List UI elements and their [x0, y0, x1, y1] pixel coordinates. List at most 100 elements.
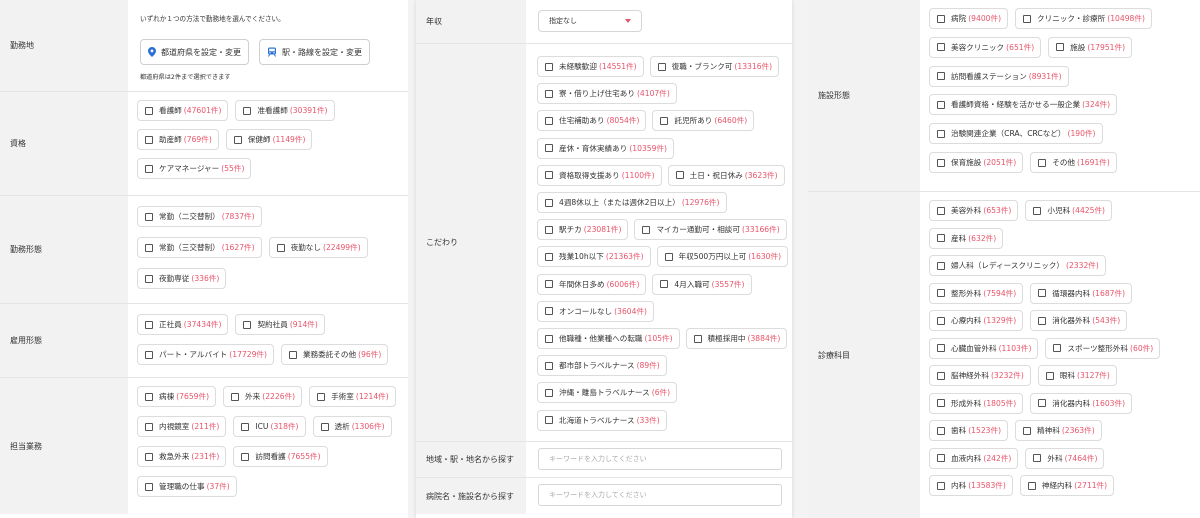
- checkbox-icon[interactable]: [660, 280, 669, 289]
- checkbox-icon[interactable]: [1033, 454, 1042, 462]
- checkbox-option[interactable]: 積極採用中 (3884件): [685, 328, 788, 349]
- checkbox-option[interactable]: 4月入職可 (3557件): [652, 273, 752, 295]
- checkbox-icon[interactable]: [145, 243, 153, 252]
- checkbox-option[interactable]: その他 (1691件): [1030, 152, 1117, 173]
- checkbox-icon[interactable]: [693, 334, 702, 343]
- checkbox-option[interactable]: クリニック・診療所 (10498件): [1015, 8, 1152, 29]
- checkbox-icon[interactable]: [145, 392, 153, 401]
- checkbox-icon[interactable]: [545, 198, 553, 207]
- checkbox-icon[interactable]: [145, 320, 153, 329]
- checkbox-option[interactable]: 北海道トラベルナース (33件): [537, 409, 667, 431]
- checkbox-option[interactable]: 訪問看護 (7655件): [233, 446, 328, 467]
- checkbox-option[interactable]: 助産師 (769件): [137, 129, 219, 150]
- checkbox-icon[interactable]: [657, 62, 666, 71]
- checkbox-icon[interactable]: [937, 129, 945, 138]
- checkbox-option[interactable]: 心療内科 (1329件): [929, 310, 1024, 331]
- checkbox-icon[interactable]: [545, 144, 553, 153]
- checkbox-icon[interactable]: [937, 100, 945, 109]
- checkbox-option[interactable]: 土日・祝日休み (3623件): [667, 164, 785, 186]
- checkbox-icon[interactable]: [233, 135, 242, 144]
- checkbox-option[interactable]: 消化器外科 (543件): [1030, 310, 1128, 331]
- checkbox-option[interactable]: 内視鏡室 (211件): [137, 416, 227, 437]
- checkbox-icon[interactable]: [231, 392, 240, 401]
- checkbox-option[interactable]: 外科 (7464件): [1025, 447, 1105, 469]
- checkbox-option[interactable]: 寮・借り上げ住宅あり (4107件): [537, 83, 677, 105]
- checkbox-icon[interactable]: [243, 320, 252, 329]
- checkbox-icon[interactable]: [1045, 371, 1054, 380]
- checkbox-icon[interactable]: [545, 171, 553, 180]
- checkbox-icon[interactable]: [1038, 316, 1047, 325]
- checkbox-option[interactable]: 沖縄・離島トラベルナース (6件): [537, 382, 678, 404]
- checkbox-option[interactable]: 救急外来 (231件): [137, 446, 227, 467]
- checkbox-option[interactable]: ICU (318件): [233, 416, 306, 437]
- checkbox-option[interactable]: 施設 (17951件): [1048, 36, 1133, 58]
- checkbox-option[interactable]: 保育施設 (2051件): [929, 152, 1024, 173]
- checkbox-icon[interactable]: [545, 280, 553, 289]
- checkbox-option[interactable]: 託児所あり (6460件): [652, 110, 755, 132]
- area-search-input[interactable]: [538, 448, 782, 470]
- checkbox-option[interactable]: 婦人科（レディースクリニック） (2332件): [929, 255, 1106, 276]
- checkbox-icon[interactable]: [937, 399, 945, 407]
- checkbox-option[interactable]: パート・アルバイト (17729件): [137, 344, 274, 365]
- checkbox-icon[interactable]: [545, 334, 553, 343]
- checkbox-icon[interactable]: [145, 212, 153, 221]
- checkbox-option[interactable]: 内科 (13583件): [929, 475, 1013, 496]
- checkbox-icon[interactable]: [937, 206, 945, 215]
- checkbox-icon[interactable]: [937, 72, 945, 81]
- checkbox-icon[interactable]: [675, 171, 684, 180]
- checkbox-option[interactable]: 保健師 (1149件): [225, 129, 313, 150]
- checkbox-icon[interactable]: [937, 14, 945, 23]
- checkbox-option[interactable]: 正社員 (37434件): [137, 314, 229, 335]
- checkbox-icon[interactable]: [937, 234, 945, 242]
- checkbox-option[interactable]: オンコールなし (3604件): [537, 300, 655, 322]
- checkbox-icon[interactable]: [1033, 206, 1042, 215]
- checkbox-option[interactable]: 住宅補助あり (8054件): [537, 110, 647, 132]
- checkbox-icon[interactable]: [145, 106, 153, 115]
- checkbox-icon[interactable]: [545, 225, 553, 234]
- checkbox-icon[interactable]: [1038, 158, 1047, 167]
- checkbox-icon[interactable]: [937, 454, 945, 462]
- checkbox-icon[interactable]: [642, 225, 651, 234]
- checkbox-icon[interactable]: [937, 426, 945, 435]
- checkbox-option[interactable]: 眼科 (3127件): [1037, 365, 1117, 386]
- checkbox-icon[interactable]: [145, 482, 153, 491]
- checkbox-icon[interactable]: [545, 307, 553, 316]
- checkbox-option[interactable]: 歯科 (1523件): [929, 420, 1009, 441]
- checkbox-option[interactable]: 整形外科 (7594件): [929, 282, 1024, 304]
- checkbox-option[interactable]: 心臓血管外科 (1103件): [929, 337, 1039, 359]
- checkbox-icon[interactable]: [145, 135, 153, 144]
- checkbox-icon[interactable]: [937, 261, 945, 270]
- checkbox-icon[interactable]: [937, 481, 945, 490]
- facility-search-input[interactable]: [538, 484, 782, 506]
- checkbox-icon[interactable]: [545, 361, 553, 370]
- checkbox-option[interactable]: 他職種・他業種への転職 (105件): [537, 328, 680, 349]
- checkbox-option[interactable]: 病院 (9400件): [929, 8, 1009, 29]
- checkbox-icon[interactable]: [545, 252, 553, 261]
- checkbox-icon[interactable]: [1038, 289, 1047, 297]
- checkbox-option[interactable]: 外来 (2226件): [223, 386, 303, 407]
- checkbox-option[interactable]: 4週8休以上（または週休2日以上） (12976件): [537, 192, 727, 213]
- checkbox-icon[interactable]: [937, 344, 945, 352]
- checkbox-option[interactable]: 血液内科 (242件): [929, 447, 1019, 469]
- checkbox-icon[interactable]: [241, 452, 250, 461]
- checkbox-option[interactable]: 小児科 (4425件): [1025, 200, 1113, 221]
- checkbox-option[interactable]: 訪問看護ステーション (8931件): [929, 65, 1069, 87]
- checkbox-option[interactable]: 資格取得支援あり (1100件): [537, 164, 662, 186]
- checkbox-option[interactable]: 看護師資格・経験を活かせる一般企業 (324件): [929, 94, 1118, 116]
- checkbox-option[interactable]: マイカー通勤可・相談可 (33166件): [634, 219, 787, 241]
- checkbox-icon[interactable]: [320, 422, 329, 431]
- checkbox-icon[interactable]: [937, 371, 945, 380]
- checkbox-option[interactable]: 神経内科 (2711件): [1019, 475, 1115, 496]
- checkbox-option[interactable]: ケアマネージャー (55件): [137, 158, 252, 179]
- checkbox-option[interactable]: 病棟 (7659件): [137, 386, 217, 407]
- checkbox-icon[interactable]: [937, 289, 945, 297]
- checkbox-icon[interactable]: [545, 388, 553, 397]
- checkbox-icon[interactable]: [145, 452, 153, 461]
- checkbox-icon[interactable]: [937, 316, 945, 325]
- checkbox-option[interactable]: 美容外科 (653件): [929, 200, 1019, 221]
- checkbox-option[interactable]: 看護師 (47601件): [137, 100, 229, 121]
- checkbox-option[interactable]: 未経験歓迎 (14551件): [537, 56, 644, 77]
- checkbox-option[interactable]: 常勤（二交替制） (7837件): [137, 206, 262, 227]
- checkbox-icon[interactable]: [145, 164, 153, 173]
- checkbox-option[interactable]: 産科 (632件): [929, 227, 1004, 249]
